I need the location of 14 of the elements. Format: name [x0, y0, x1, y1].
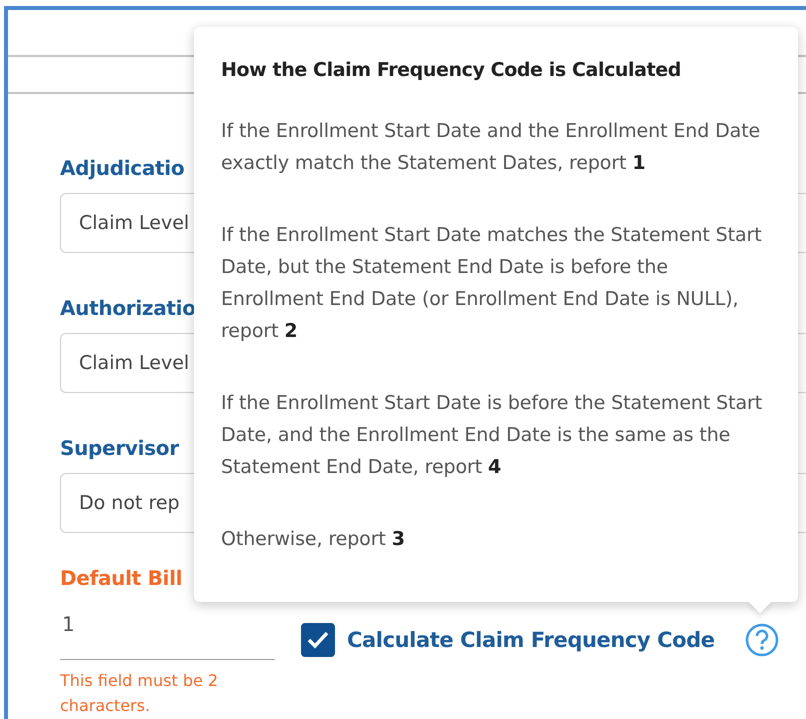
checkbox[interactable] [301, 623, 335, 657]
field-label: Supervisor [60, 436, 179, 460]
tooltip-text: If the Enrollment Start Date and the Enrollment End Date exactly match the Statement Dates, report 1 [221, 119, 762, 176]
tooltip-text: Otherwise, report 3 [221, 527, 406, 552]
checkbox-label[interactable]: Calculate Claim Frequency Code [347, 628, 715, 652]
tooltip-text: If the Enrollment Start Date matches the Statement Start Date, but the Statement End Date is before the Enrollment End Date (or Enrollment End Date is NULL), report 2 [221, 223, 763, 344]
error-message: This field must be 2 characters. [60, 670, 220, 717]
help-icon[interactable] [744, 623, 779, 657]
checkmark-icon [306, 630, 330, 650]
field-label: Default Bill [60, 566, 184, 590]
tooltip-title: How the Claim Frequency Code is Calculated [221, 58, 682, 83]
field-label: Authorizatio [60, 296, 196, 320]
field-label: Adjudicatio [60, 156, 184, 180]
tooltip-text: If the Enrollment Start Date is before the Statement Start Date, and the Enrollment End Date is the same as the Statement End Date, report 4 [221, 391, 764, 480]
